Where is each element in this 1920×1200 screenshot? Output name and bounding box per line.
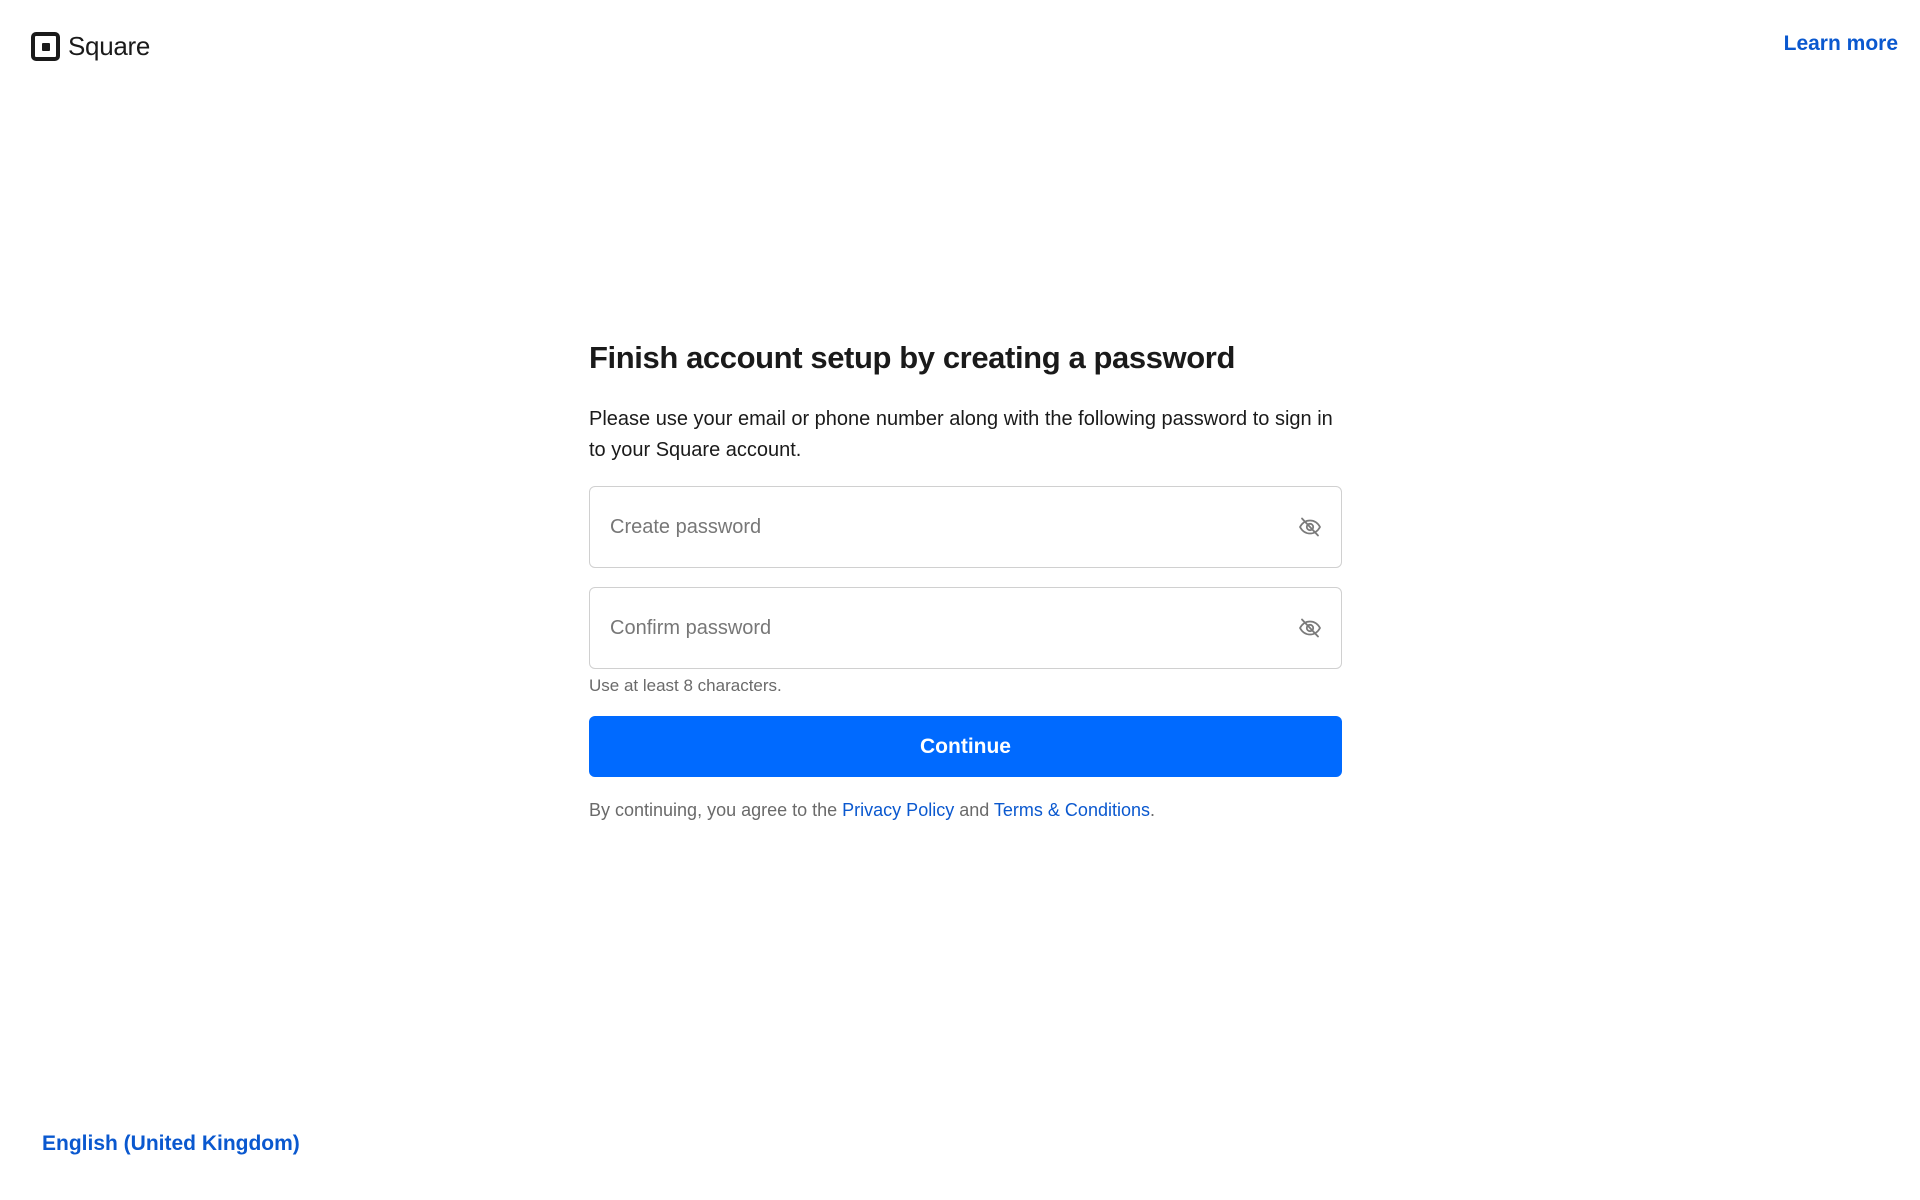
privacy-policy-link[interactable]: Privacy Policy: [842, 800, 954, 820]
continue-button[interactable]: Continue: [589, 716, 1342, 777]
confirm-password-input[interactable]: [590, 588, 1297, 668]
terms-conditions-link[interactable]: Terms & Conditions: [994, 800, 1150, 820]
legal-suffix: .: [1149, 800, 1155, 820]
legal-middle: and: [954, 800, 994, 820]
brand-name: Square: [68, 31, 151, 61]
page-title: Finish account setup by creating a passw…: [589, 340, 1236, 375]
language-selector[interactable]: English (United Kingdom): [42, 1132, 300, 1156]
eye-slash-icon[interactable]: [1297, 514, 1323, 540]
learn-more-link[interactable]: Learn more: [1784, 32, 1898, 56]
confirm-password-field[interactable]: [589, 587, 1342, 669]
legal-notice: By continuing, you agree to the Privacy …: [589, 800, 1342, 821]
create-password-input[interactable]: [590, 487, 1297, 567]
create-password-field[interactable]: [589, 486, 1342, 568]
square-logo[interactable]: Square: [31, 31, 150, 62]
page: Square Learn more Finish account setup b…: [0, 0, 1920, 1200]
square-logo-icon: [31, 32, 60, 61]
legal-prefix: By continuing, you agree to the: [589, 800, 843, 820]
password-setup-form: Finish account setup by creating a passw…: [589, 336, 1342, 821]
password-hint: Use at least 8 characters.: [589, 676, 782, 695]
eye-slash-icon[interactable]: [1297, 615, 1323, 641]
form-description: Please use your email or phone number al…: [589, 408, 1333, 461]
